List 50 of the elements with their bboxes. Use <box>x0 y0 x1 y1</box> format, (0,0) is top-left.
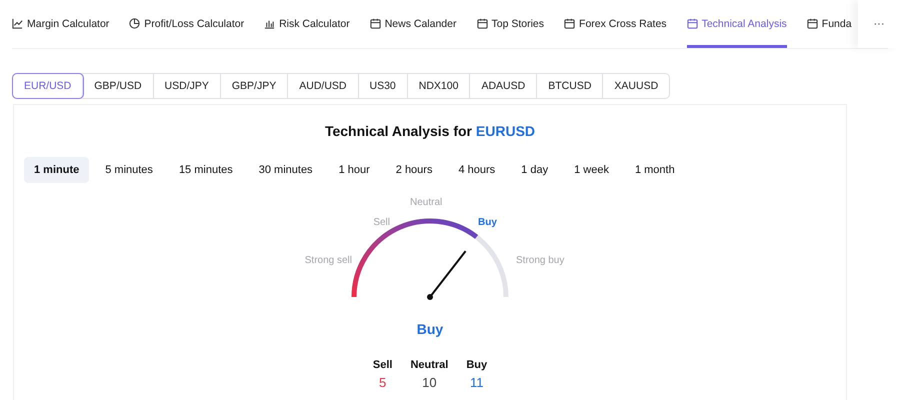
interval-tab[interactable]: 5 minutes <box>95 157 163 183</box>
symbol-tab[interactable]: USD/JPY <box>154 74 221 98</box>
symbol-tab[interactable]: EUR/USD <box>13 74 84 98</box>
interval-tab[interactable]: 2 hours <box>386 157 442 183</box>
symbol-tab[interactable]: AUD/USD <box>288 74 358 98</box>
symbol-tab[interactable]: BTCUSD <box>537 74 604 98</box>
nav-tab[interactable]: Forex Cross Rates <box>564 0 667 48</box>
calendar-icon <box>564 18 576 29</box>
symbol-tab[interactable]: GBP/JPY <box>220 74 288 98</box>
nav-tab[interactable]: News Calander <box>370 0 456 48</box>
calendar-icon <box>806 18 818 29</box>
summary-label: Sell <box>372 359 392 371</box>
gauge-label: Neutral <box>410 197 442 208</box>
interval-tab[interactable]: 4 hours <box>448 157 506 183</box>
interval-tab[interactable]: 15 minutes <box>168 157 243 183</box>
calendar-icon <box>476 18 488 29</box>
nav-tab[interactable]: Profit/Loss Calculator <box>129 0 244 48</box>
symbol-tab[interactable]: ADAUSD <box>470 74 538 98</box>
gauge-label: Strong buy <box>516 255 564 266</box>
line-chart-icon <box>12 18 23 29</box>
gauge-label: Buy <box>478 217 497 228</box>
symbol-tab[interactable]: GBP/USD <box>83 74 154 98</box>
nav-tab[interactable]: Margin Calculator <box>12 0 110 48</box>
nav-tab[interactable]: Funda <box>806 0 852 48</box>
nav-tab[interactable]: Risk Calculator <box>264 0 350 48</box>
calendar-icon <box>686 18 698 29</box>
summary-count: 11 <box>470 375 484 390</box>
bar-chart-icon <box>264 18 276 29</box>
symbol-tab[interactable]: XAUUSD <box>603 74 670 98</box>
interval-tab[interactable]: 1 hour <box>328 157 380 183</box>
gauge-label: Strong sell <box>304 255 352 266</box>
interval-tab[interactable]: 1 day <box>511 157 558 183</box>
symbol-tab[interactable]: NDX100 <box>408 74 470 98</box>
symbol-tab[interactable]: US30 <box>358 74 408 98</box>
nav-tab[interactable]: Top Stories <box>476 0 544 48</box>
summary-count: 10 <box>422 375 437 390</box>
analysis-title: Technical Analysis for EURUSD <box>324 123 536 139</box>
interval-tab[interactable]: 1 minute <box>24 157 90 183</box>
interval-tab[interactable]: 1 week <box>564 157 619 183</box>
interval-tab[interactable]: 1 month <box>624 157 685 183</box>
pie-chart-icon <box>129 18 140 29</box>
gauge-label: Sell <box>373 217 390 228</box>
nav-tab[interactable]: Technical Analysis <box>686 0 787 48</box>
summary-label: Neutral <box>410 359 448 371</box>
summary-count: 5 <box>379 375 386 390</box>
verdict-text: Buy <box>416 321 444 337</box>
calendar-icon <box>370 18 381 29</box>
more-button[interactable]: ··· <box>858 0 900 48</box>
interval-tab[interactable]: 30 minutes <box>248 157 323 183</box>
summary-label: Buy <box>466 359 488 371</box>
